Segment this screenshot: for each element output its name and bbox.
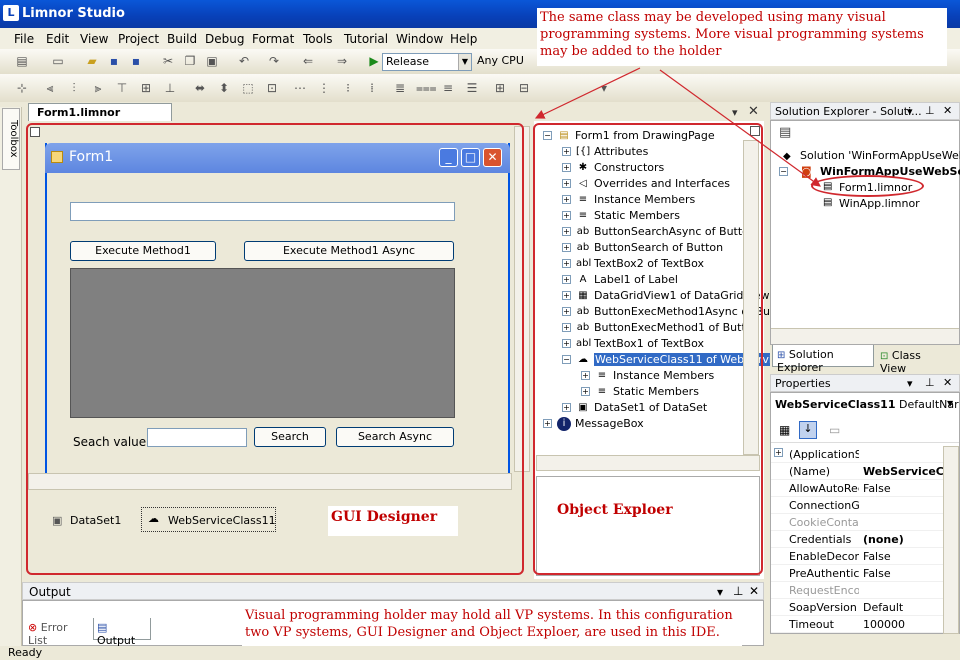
arrow-to-form1-file: [659, 69, 821, 187]
arrow-to-gui-designer: [534, 67, 641, 119]
annotation-arrows: [534, 67, 821, 187]
